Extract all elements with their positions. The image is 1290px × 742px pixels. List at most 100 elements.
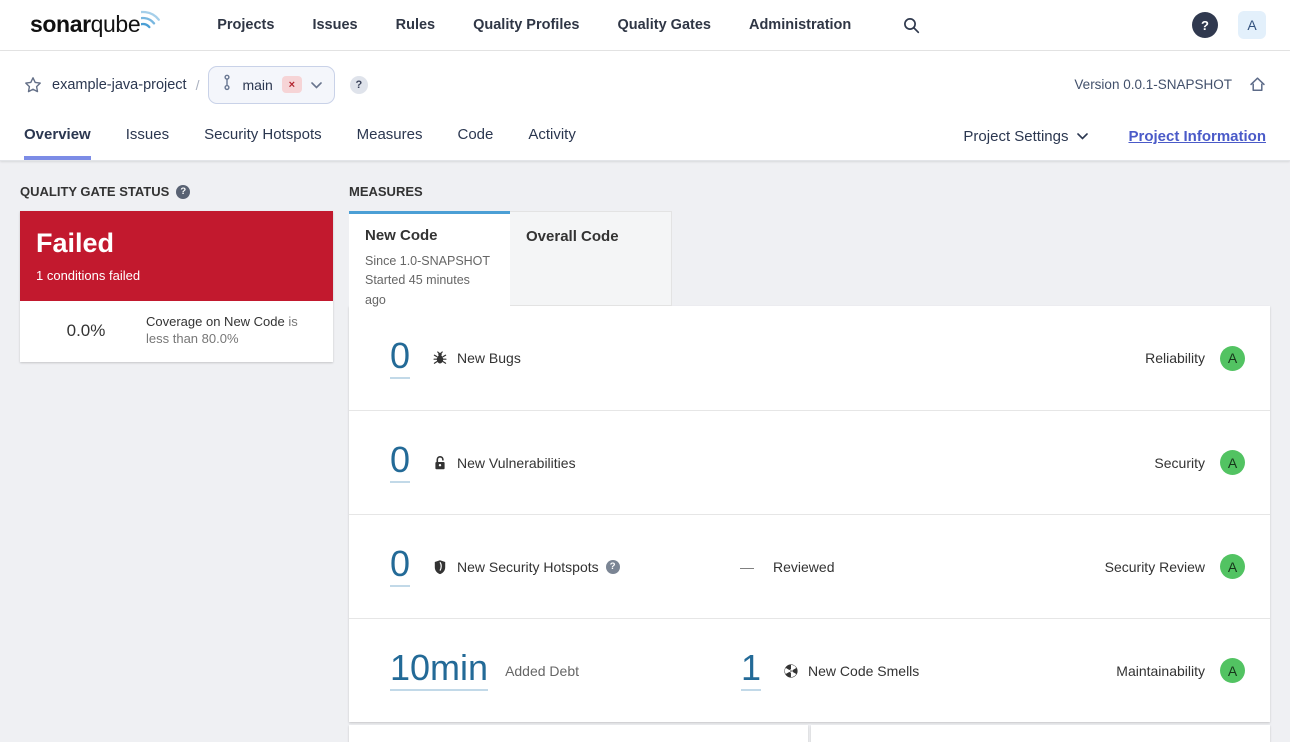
quality-gate-card: Failed 1 conditions failed 0.0% Coverage… — [20, 211, 333, 362]
logo-text-bold: sonar — [30, 11, 91, 37]
maintainability-label: Maintainability — [1116, 662, 1205, 679]
new-code-smells-label: New Code Smells — [808, 662, 920, 679]
home-icon[interactable] — [1249, 76, 1266, 93]
reliability-rating: Reliability A — [1145, 345, 1245, 371]
condition-metric-link[interactable]: Coverage on New Code — [146, 314, 285, 329]
overview-main: QUALITY GATE STATUS ? Failed 1 condition… — [0, 161, 1290, 742]
main-nav: Projects Issues Rules Quality Profiles Q… — [217, 17, 920, 34]
branch-icon — [221, 74, 233, 96]
quality-gate-panel: QUALITY GATE STATUS ? Failed 1 condition… — [20, 184, 333, 742]
measures-title: MEASURES — [349, 185, 1270, 198]
tab-issues[interactable]: Issues — [126, 126, 169, 160]
quality-gate-conditions-summary: 1 conditions failed — [36, 268, 141, 283]
nav-projects[interactable]: Projects — [217, 17, 274, 33]
nav-administration[interactable]: Administration — [749, 17, 851, 33]
version-label: Version 0.0.1-SNAPSHOT — [1074, 77, 1232, 92]
code-smell-icon — [783, 663, 799, 679]
security-review-label: Security Review — [1104, 558, 1205, 575]
tab-new-code[interactable]: New Code Since 1.0-SNAPSHOT Started 45 m… — [349, 211, 510, 307]
top-navbar: sonar qube Projects Issues Rules Quality … — [0, 0, 1290, 51]
breadcrumb-project-link[interactable]: example-java-project — [52, 77, 187, 93]
favorite-star-icon[interactable] — [24, 76, 42, 94]
project-settings-label: Project Settings — [963, 128, 1069, 145]
measure-row-bugs: 0 New Bugs Reliability A — [349, 306, 1270, 410]
reviewed-value-dash: — — [740, 558, 754, 575]
code-smells-group: 1 New Code Smells — [741, 650, 919, 691]
reviewed-label: Reviewed — [773, 558, 835, 575]
duplications-card-partial — [811, 725, 1270, 742]
measures-rows-card: 0 New Bugs Reliability A 0 New Vulnerabi… — [349, 306, 1270, 722]
vulnerability-lock-icon — [432, 455, 448, 471]
branch-help-icon[interactable]: ? — [349, 75, 368, 94]
overall-code-tab-label: Overall Code — [526, 228, 619, 245]
nav-quality-profiles[interactable]: Quality Profiles — [473, 17, 579, 33]
measure-row-security-hotspots: 0 New Security Hotspots ? — Reviewed Sec… — [349, 514, 1270, 618]
hotspots-reviewed-group: — Reviewed — [740, 559, 834, 575]
branch-failed-badge: × — [281, 76, 302, 93]
new-vulnerabilities-label: New Vulnerabilities — [457, 454, 576, 471]
added-debt-value-link[interactable]: 10min — [390, 650, 489, 691]
measures-tabs: New Code Since 1.0-SNAPSHOT Started 45 m… — [349, 211, 1270, 307]
avatar[interactable]: A — [1238, 11, 1266, 39]
new-vulnerabilities-count-link[interactable]: 0 — [390, 442, 411, 483]
tab-overview[interactable]: Overview — [24, 126, 91, 160]
security-review-rating-badge[interactable]: A — [1220, 554, 1245, 579]
hotspots-help-icon[interactable]: ? — [605, 559, 620, 574]
chevron-down-icon — [311, 76, 322, 94]
measure-row-maintainability: 10min Added Debt 1 New Code Smells Maint… — [349, 618, 1270, 722]
tabs-right: Project Settings Project Information — [963, 128, 1266, 160]
new-bugs-label: New Bugs — [457, 350, 521, 366]
sonarqube-logo[interactable]: sonar qube — [30, 10, 169, 37]
quality-gate-status-banner: Failed 1 conditions failed — [20, 211, 333, 301]
breadcrumb-right: Version 0.0.1-SNAPSHOT — [1074, 76, 1266, 93]
security-rating: Security A — [1154, 450, 1245, 475]
bug-icon — [432, 350, 448, 366]
nav-quality-gates[interactable]: Quality Gates — [617, 17, 710, 33]
tab-measures[interactable]: Measures — [357, 126, 423, 160]
branch-name: main — [242, 76, 273, 93]
reliability-label: Reliability — [1145, 350, 1205, 366]
security-label: Security — [1154, 454, 1205, 471]
nav-issues[interactable]: Issues — [312, 17, 357, 33]
security-review-rating: Security Review A — [1105, 554, 1245, 579]
condition-value: 0.0% — [66, 320, 106, 340]
new-code-tab-label: New Code — [365, 227, 438, 244]
coverage-card-partial — [349, 725, 808, 742]
quality-gate-title: QUALITY GATE STATUS ? — [20, 184, 333, 199]
breadcrumb: example-java-project / main × ? Version … — [24, 51, 1266, 112]
project-information-link[interactable]: Project Information — [1128, 128, 1266, 145]
topnav-right: ? A — [1192, 11, 1266, 39]
search-icon[interactable] — [903, 17, 920, 34]
measure-row-vulnerabilities: 0 New Vulnerabilities Security A — [349, 410, 1270, 514]
tab-overall-code[interactable]: Overall Code — [510, 211, 672, 306]
maintainability-rating: Maintainability A — [1116, 658, 1245, 683]
quality-gate-help-icon[interactable]: ? — [176, 184, 191, 199]
nav-rules[interactable]: Rules — [396, 17, 436, 33]
maintainability-rating-badge[interactable]: A — [1220, 658, 1245, 683]
new-security-hotspots-label: New Security Hotspots — [457, 558, 599, 575]
quality-gate-title-text: QUALITY GATE STATUS — [20, 184, 170, 199]
tab-activity[interactable]: Activity — [528, 126, 576, 160]
project-context-header: example-java-project / main × ? Version … — [0, 51, 1290, 161]
breadcrumb-separator: / — [195, 76, 200, 93]
condition-description: Coverage on New Code is less than 80.0% — [146, 314, 317, 348]
next-measure-cards — [349, 725, 1270, 742]
new-code-smells-count-link[interactable]: 1 — [741, 650, 762, 691]
chevron-down-icon — [1077, 133, 1089, 140]
branch-selector[interactable]: main × — [208, 65, 335, 104]
new-security-hotspots-count-link[interactable]: 0 — [390, 546, 411, 587]
tab-security-hotspots[interactable]: Security Hotspots — [204, 126, 322, 160]
security-rating-badge[interactable]: A — [1220, 450, 1245, 475]
tab-code[interactable]: Code — [457, 126, 493, 160]
project-tabs: Overview Issues Security Hotspots Measur… — [24, 112, 1266, 160]
project-settings-menu[interactable]: Project Settings — [963, 128, 1089, 145]
new-bugs-count-link[interactable]: 0 — [390, 337, 411, 379]
logo-text-light: qube — [90, 11, 141, 37]
measures-title-text: MEASURES — [349, 184, 423, 199]
added-debt-label: Added Debt — [505, 662, 580, 679]
security-hotspot-shield-icon — [432, 559, 448, 575]
help-icon[interactable]: ? — [1192, 12, 1218, 38]
reliability-rating-badge[interactable]: A — [1220, 345, 1245, 371]
quality-gate-status: Failed — [36, 228, 115, 258]
measures-panel: MEASURES New Code Since 1.0-SNAPSHOT Sta… — [349, 185, 1270, 742]
